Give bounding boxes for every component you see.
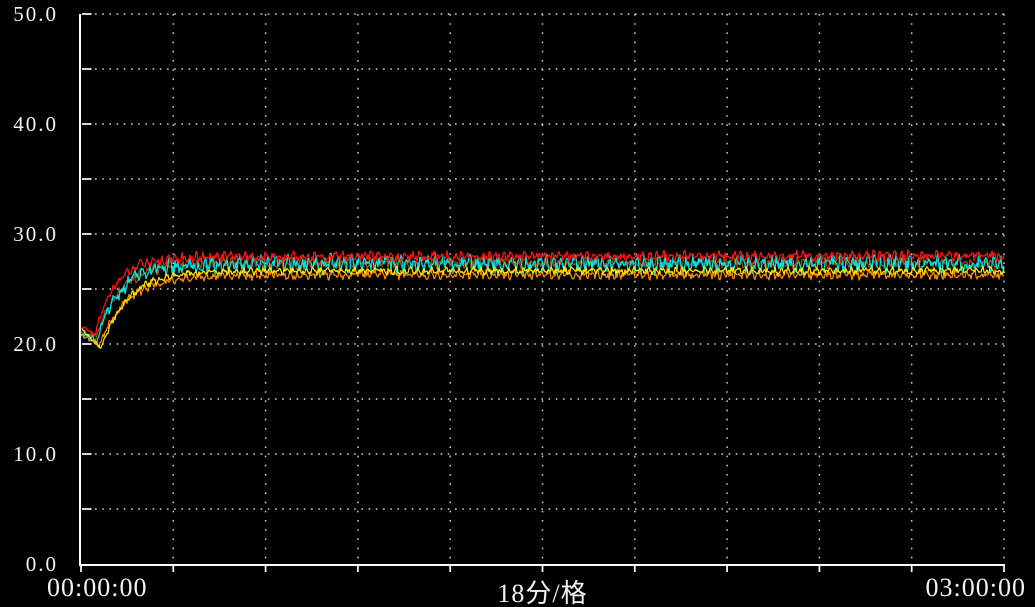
x-axis-end-time-label: 03:00:00 — [925, 573, 1026, 602]
x-axis-start-time-label: 00:00:00 — [47, 573, 148, 602]
channel-cyan — [80, 251, 1005, 344]
y-axis-tick-label: 50.0 — [13, 2, 58, 26]
trend-plot — [79, 13, 1005, 572]
y-axis-tick-label: 10.0 — [13, 442, 58, 466]
channel-yellow — [80, 265, 1005, 349]
series-traces — [80, 249, 1005, 349]
x-axis-scale-label: 18分/格 — [497, 579, 588, 607]
grid-lines — [82, 13, 1005, 563]
y-axis-tick-label: 30.0 — [13, 222, 58, 246]
y-axis-tick-label: 20.0 — [13, 332, 58, 356]
trend-recorder-screen: 50.0 40.0 30.0 20.0 10.0 0.0 00:00:00 18分/格 0… — [0, 0, 1035, 607]
y-axis-tick-label: 40.0 — [13, 112, 58, 136]
